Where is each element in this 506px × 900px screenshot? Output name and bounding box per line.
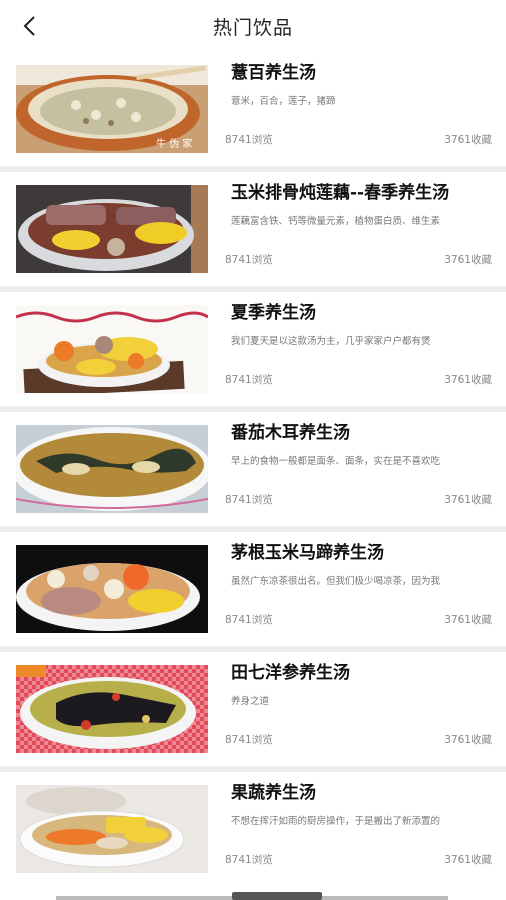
next-list-item-partial[interactable] [0, 886, 506, 900]
item-name: 夏季养生汤 [231, 303, 316, 323]
item-views: 8741浏览 [225, 734, 273, 746]
item-views: 8741浏览 [225, 614, 273, 626]
list-item[interactable]: 夏季养生汤 我们夏天是以这款汤为主，几乎家家户户都有煲 8741浏览 3761收… [0, 292, 506, 406]
page-title: 热门饮品 [212, 17, 293, 39]
item-name: 果蔬养生汤 [231, 783, 316, 803]
svg-text:牛 伪 家: 牛 伪 家 [156, 137, 192, 150]
item-name: 玉米排骨炖莲藕--春季养生汤 [231, 183, 450, 203]
item-desc: 薏米，百合，莲子，猪蹄 [231, 96, 336, 107]
item-favs: 3761收藏 [444, 614, 492, 626]
list-item[interactable]: 牛 伪 家 薏百养生汤 薏米，百合，莲子，猪蹄 8741浏览 3761收藏 [0, 52, 506, 166]
item-views: 8741浏览 [225, 854, 273, 866]
item-views: 8741浏览 [225, 494, 273, 506]
top-bar: 热门饮品 [0, 0, 506, 52]
item-views: 8741浏览 [225, 374, 273, 386]
item-desc: 养身之道 [231, 696, 270, 707]
item-desc: 不想在挥汗如雨的厨房操作，于是搬出了新添置的 [231, 816, 441, 827]
item-name: 茅根玉米马蹄养生汤 [231, 543, 384, 563]
list-item[interactable]: 番茄木耳养生汤 早上的食物一般都是面条、面条，实在是不喜欢吃 8741浏览 37… [0, 412, 506, 526]
list-item[interactable]: 果蔬养生汤 不想在挥汗如雨的厨房操作，于是搬出了新添置的 8741浏览 3761… [0, 772, 506, 886]
item-favs: 3761收藏 [444, 254, 492, 266]
item-favs: 3761收藏 [444, 734, 492, 746]
item-name [232, 892, 322, 900]
item-desc: 我们夏天是以这款汤为主，几乎家家户户都有煲 [231, 336, 431, 347]
item-favs: 3761收藏 [444, 134, 492, 146]
item-image [16, 305, 208, 393]
item-favs: 3761收藏 [444, 854, 492, 866]
item-image [16, 185, 208, 273]
item-desc: 早上的食物一般都是面条、面条，实在是不喜欢吃 [231, 456, 441, 467]
list-item[interactable]: 玉米排骨炖莲藕--春季养生汤 莲藕富含铁、钙等微量元素，植物蛋白质、维生素 87… [0, 172, 506, 286]
item-image: 牛 伪 家 [16, 65, 208, 153]
item-image [16, 665, 208, 753]
item-favs: 3761收藏 [444, 374, 492, 386]
item-image [16, 425, 208, 513]
list-item[interactable]: 茅根玉米马蹄养生汤 虽然广东凉茶很出名。但我们极少喝凉茶，因为我 8741浏览 … [0, 532, 506, 646]
item-name: 薏百养生汤 [231, 63, 316, 83]
item-name: 田七洋参养生汤 [231, 663, 350, 683]
item-views: 8741浏览 [225, 254, 273, 266]
item-desc: 莲藕富含铁、钙等微量元素，植物蛋白质、维生素 [231, 216, 441, 227]
item-views: 8741浏览 [225, 134, 273, 146]
item-image [16, 785, 208, 873]
item-name: 番茄木耳养生汤 [231, 423, 350, 443]
drink-list: 牛 伪 家 薏百养生汤 薏米，百合，莲子，猪蹄 8741浏览 3761收藏 玉米… [0, 52, 506, 892]
item-desc: 虽然广东凉茶很出名。但我们极少喝凉茶，因为我 [231, 576, 441, 587]
item-image [16, 545, 208, 633]
item-favs: 3761收藏 [444, 494, 492, 506]
list-item[interactable]: 田七洋参养生汤 养身之道 8741浏览 3761收藏 [0, 652, 506, 766]
